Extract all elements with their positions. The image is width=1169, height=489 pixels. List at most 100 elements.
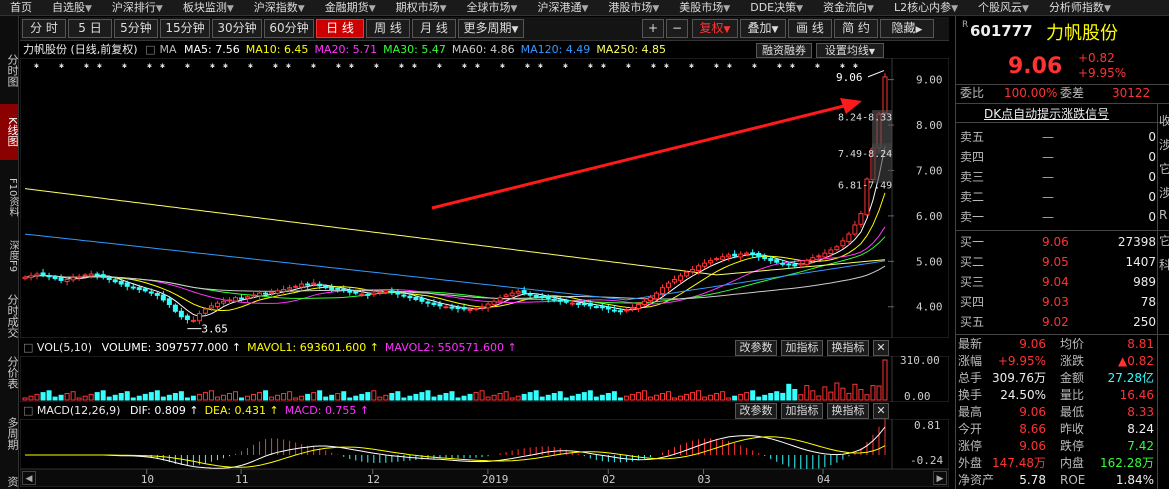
r-badge: R bbox=[962, 20, 969, 30]
volume-bar bbox=[214, 396, 220, 401]
signal-star: ✱ bbox=[34, 61, 39, 70]
scroll-right-icon[interactable]: ▶ bbox=[933, 471, 947, 485]
volume-bar bbox=[335, 393, 341, 401]
volume-bar bbox=[641, 390, 647, 401]
dk-signal-link[interactable]: DK点自动提示涨跌信号 bbox=[984, 105, 1109, 122]
rongzi-rongquan-button[interactable]: 融资融券 bbox=[756, 43, 812, 58]
nav-item-3[interactable]: 板块监测▼ bbox=[173, 0, 244, 15]
nav-item-12[interactable]: 资金流向▼ bbox=[813, 0, 884, 15]
macd-close-icon[interactable]: ✕ bbox=[873, 403, 889, 419]
ma-settings-icon[interactable]: □ bbox=[145, 43, 155, 56]
nav-item-7[interactable]: 全球市场▼ bbox=[457, 0, 528, 15]
nav-item-6[interactable]: 期权市场▼ bbox=[386, 0, 457, 15]
period-60min-button[interactable]: 60分钟 bbox=[264, 19, 314, 38]
volume-bar bbox=[653, 394, 659, 401]
nav-item-8[interactable]: 沪深港通▼ bbox=[527, 0, 598, 15]
candle-body bbox=[112, 279, 118, 283]
period-fenshi-button[interactable]: 分 时 bbox=[22, 19, 66, 38]
volume-chart[interactable]: 310.00 0.00 bbox=[20, 356, 949, 402]
period-weekly-button[interactable]: 周 线 bbox=[366, 19, 410, 38]
scroll-left-icon[interactable]: ◀ bbox=[22, 471, 36, 485]
period-30min-button[interactable]: 30分钟 bbox=[212, 19, 262, 38]
side-panel-char: 涉 bbox=[1159, 138, 1169, 152]
nav-item-1[interactable]: 自选股▼ bbox=[42, 0, 102, 15]
period-5min-button[interactable]: 5分钟 bbox=[114, 19, 158, 38]
candle-body bbox=[52, 276, 58, 280]
nav-item-0[interactable]: 首页 bbox=[0, 0, 42, 15]
candle-body bbox=[557, 299, 563, 302]
volume-bar bbox=[172, 393, 178, 401]
yincang-button[interactable]: 隐藏▶ bbox=[880, 19, 934, 38]
set-ma-dropdown[interactable]: 设置均线▼ bbox=[816, 43, 884, 58]
candle-body bbox=[395, 290, 401, 295]
jianyue-button[interactable]: 简 约 bbox=[834, 19, 878, 38]
vol-add-indicator-button[interactable]: 加指标 bbox=[781, 340, 823, 356]
macd-chart[interactable]: 0.81 -0.24 bbox=[20, 419, 949, 469]
candle-body bbox=[672, 278, 678, 283]
period-daily-button[interactable]: 日 线 bbox=[316, 19, 364, 38]
fuquan-dropdown[interactable]: 复权▼ bbox=[692, 19, 738, 38]
volume-bar bbox=[762, 394, 768, 401]
bid-volume: 989 bbox=[1133, 275, 1156, 289]
tab-shendu-f9[interactable]: 深度F9 bbox=[0, 230, 18, 282]
macd-settings-icon[interactable]: □ bbox=[23, 404, 33, 417]
tab-kxiantu[interactable]: K线图 bbox=[0, 104, 19, 160]
nav-item-15[interactable]: 分析师指数▼ bbox=[1039, 0, 1121, 15]
nav-item-11[interactable]: DDE决策▼ bbox=[740, 0, 813, 15]
nav-item-10[interactable]: 美股市场▼ bbox=[669, 0, 740, 15]
candle-body bbox=[371, 292, 377, 296]
candle-body bbox=[329, 286, 335, 290]
candle-body bbox=[822, 252, 828, 258]
bid-volume: 1407 bbox=[1125, 255, 1156, 269]
nav-item-4[interactable]: 沪深指数▼ bbox=[244, 0, 315, 15]
volume-bar bbox=[696, 390, 702, 401]
volume-bar bbox=[353, 395, 359, 401]
tab-fenjiabiao[interactable]: 分价表 bbox=[0, 350, 19, 394]
signal-star: ✱ bbox=[399, 61, 404, 70]
nav-item-2[interactable]: 沪深排行▼ bbox=[102, 0, 173, 15]
tab-fenshi-chengjiao[interactable]: 分时成交 bbox=[0, 286, 19, 346]
volume-bar bbox=[323, 396, 329, 401]
ask-price: — bbox=[1042, 190, 1054, 204]
huaxian-button[interactable]: 画 线 bbox=[788, 19, 832, 38]
vol-close-icon[interactable]: ✕ bbox=[873, 340, 889, 356]
ask-price: — bbox=[1042, 150, 1054, 164]
vol-legend-values: VOLUME: 3097577.000 ↑ MAVOL1: 693601.600 … bbox=[96, 341, 517, 354]
signal-star: ✱ bbox=[727, 61, 732, 70]
period-monthly-button[interactable]: 月 线 bbox=[412, 19, 456, 38]
volume-bar bbox=[816, 395, 822, 401]
side-panel-char: R bbox=[1159, 208, 1168, 222]
vol-params-button[interactable]: 改参数 bbox=[735, 340, 777, 356]
legend-value: 3097577.000 bbox=[154, 341, 229, 354]
candle-body bbox=[653, 292, 659, 300]
signal-star: ✱ bbox=[588, 61, 593, 70]
vol-switch-indicator-button[interactable]: 换指标 bbox=[827, 340, 869, 356]
tab-duozhouqi[interactable]: 多周期 bbox=[0, 408, 19, 458]
period-15min-button[interactable]: 15分钟 bbox=[160, 19, 210, 38]
nav-item-9[interactable]: 港股市场▼ bbox=[598, 0, 669, 15]
nav-item-13[interactable]: L2核心内参▼ bbox=[884, 0, 968, 15]
vol-settings-icon[interactable]: □ bbox=[23, 341, 33, 354]
volume-bar bbox=[678, 395, 684, 401]
legend-name: DEA: bbox=[204, 404, 235, 417]
chevron-down-icon: ▼ bbox=[226, 4, 234, 14]
chevron-down-icon: ▼ bbox=[771, 25, 779, 35]
volume-bar bbox=[744, 392, 750, 401]
macd-params-button[interactable]: 改参数 bbox=[735, 403, 777, 419]
tab-zi[interactable]: 资 bbox=[0, 474, 19, 488]
more-periods-dropdown[interactable]: 更多周期▼ bbox=[458, 19, 524, 38]
time-axis[interactable]: 10 11 12 2019 02 03 04 bbox=[20, 469, 949, 487]
macd-add-indicator-button[interactable]: 加指标 bbox=[781, 403, 823, 419]
diejia-dropdown[interactable]: 叠加▼ bbox=[740, 19, 786, 38]
tab-f10[interactable]: F10资料 bbox=[0, 170, 18, 224]
nav-item-5[interactable]: 金融期货▼ bbox=[315, 0, 386, 15]
nav-item-14[interactable]: 个股风云▼ bbox=[968, 0, 1039, 15]
candle-body bbox=[413, 296, 419, 300]
zoom-out-button[interactable]: − bbox=[666, 19, 688, 38]
tab-fenshitu[interactable]: 分时图 bbox=[0, 48, 19, 92]
volume-bar bbox=[846, 392, 852, 401]
kline-chart[interactable]: 9.00 8.00 7.00 6.00 5.00 4.00 8.24-8.33 7.49-8… bbox=[20, 58, 949, 338]
period-5day-button[interactable]: 5 日 bbox=[68, 19, 112, 38]
zoom-in-button[interactable]: + bbox=[642, 19, 664, 38]
macd-switch-indicator-button[interactable]: 换指标 bbox=[827, 403, 869, 419]
